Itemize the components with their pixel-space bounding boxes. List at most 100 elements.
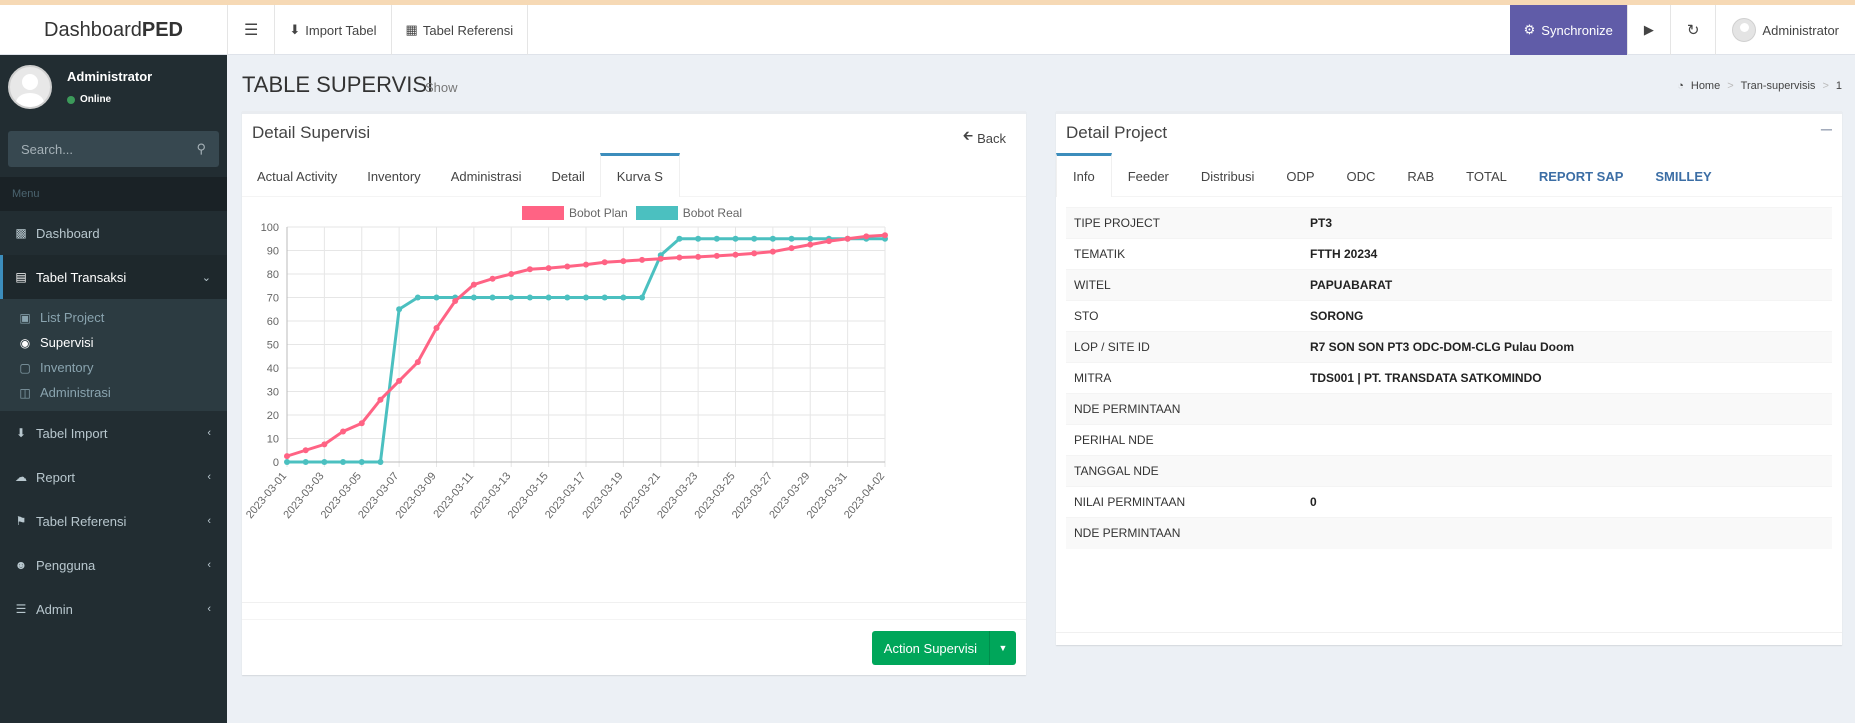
chevron-down-icon: ⌄ [201,271,211,284]
sidebar-item-label: Supervisi [40,335,94,350]
action-dropdown-toggle[interactable]: ▼ [990,631,1016,665]
tabel-referensi-link[interactable]: ▦ Tabel Referensi [392,5,529,55]
data-point [788,235,795,242]
tab-administrasi[interactable]: Administrasi [436,153,537,197]
sidebar-item-list-project[interactable]: ▣ List Project [0,305,227,330]
field-label: TIPE PROJECT [1074,216,1161,230]
search-input[interactable]: Search... ⚲ [8,131,219,167]
y-tick-label: 80 [267,269,279,281]
data-point [508,294,515,301]
search-placeholder: Search... [21,141,74,157]
table-row: NDE PERMINTAAN [1066,393,1832,425]
back-button[interactable]: 🡰 Back [963,127,1006,149]
tab-actual-activity[interactable]: Actual Activity [242,153,352,197]
search-icon[interactable]: ⚲ [196,141,206,157]
sidebar-item-label: Administrasi [40,385,111,400]
sidebar-toggle-button[interactable]: ☰ [227,5,276,55]
sidebar-item-label: Admin [36,601,73,617]
content-header: TABLE SUPERVISI Show ◔ Home > Tran-super… [242,60,1842,110]
breadcrumb-current: 1 [1835,80,1842,92]
tab-total[interactable]: TOTAL [1450,153,1523,197]
field-value [1302,456,1832,487]
action-supervisi-group: Action Supervisi ▼ [871,631,1016,665]
divider [242,602,1026,603]
table-icon: ▤ [15,270,27,284]
tab-smilley[interactable]: SMILLEY [1639,153,1727,197]
synchronize-button[interactable]: ⚙ Synchronize [1509,5,1627,55]
tab-feeder[interactable]: Feeder [1112,153,1185,197]
data-point [396,377,403,384]
sidebar: Administrator Online Search... ⚲ Menu ▩ … [0,55,227,723]
field-label: PERIHAL NDE [1074,433,1154,447]
user-menu[interactable]: Administrator [1715,5,1855,55]
cogs-icon: ⚙ [1523,22,1536,37]
sidebar-item-tabel-import[interactable]: ⬇ Tabel Import ‹ [0,411,227,455]
table-row: TEMATIK FTTH 20234 [1066,238,1832,270]
data-point [807,241,814,248]
detail-supervisi-box: Detail Supervisi 🡰 Back Actual Activity … [242,111,1026,675]
sidebar-item-report[interactable]: ☁ Report ‹ [0,455,227,499]
tab-detail[interactable]: Detail [536,153,599,197]
field-value: FTTH 20234 [1310,247,1378,261]
data-point [545,294,552,301]
data-point [844,235,851,242]
data-point [639,294,646,301]
sidebar-item-label: Tabel Transaksi [36,269,127,285]
y-tick-label: 100 [261,222,279,234]
tab-rab[interactable]: RAB [1391,153,1450,197]
breadcrumb-tran-supervisis[interactable]: Tran-supervisis [1741,80,1816,92]
data-point [695,253,702,260]
submenu-tabel-transaksi: ▣ List Project ◉ Supervisi ▢ Inventory ◫… [0,299,227,411]
import-tabel-link[interactable]: ⬇ Import Tabel [275,5,392,55]
grid-icon: ▦ [405,22,418,37]
data-point [620,258,627,265]
sidebar-item-dashboard[interactable]: ▩ Dashboard [0,211,227,255]
collapse-button[interactable]: – [1821,118,1832,141]
chevron-left-icon: ‹ [207,471,211,483]
logo-bold-text: PED [141,18,183,41]
avatar [8,65,52,109]
data-point [807,235,814,242]
field-value: 0 [1310,495,1317,509]
sidebar-user-name: Administrator [67,69,153,84]
tab-distribusi[interactable]: Distribusi [1185,153,1270,197]
tab-info[interactable]: Info [1056,153,1112,197]
tab-odc[interactable]: ODC [1331,153,1392,197]
tab-inventory[interactable]: Inventory [352,153,435,197]
chevron-left-icon: ‹ [207,427,211,439]
sidebar-item-inventory[interactable]: ▢ Inventory [0,355,227,380]
file-icon: ◫ [19,385,31,400]
table-row: NDE PERMINTAAN [1066,517,1832,549]
tab-odp[interactable]: ODP [1270,153,1330,197]
sidebar-item-label: Tabel Import [36,425,108,441]
data-point [414,359,421,366]
breadcrumb-home[interactable]: Home [1691,80,1720,92]
refresh-button[interactable]: ↻ [1669,5,1716,55]
y-tick-label: 40 [267,363,279,375]
play-button[interactable]: ▶ [1626,5,1670,55]
box-title: Detail Supervisi [252,123,371,142]
sidebar-item-supervisi[interactable]: ◉ Supervisi [0,330,227,355]
data-point [751,235,758,242]
chart-svg: 01020304050607080901002023-03-012023-03-… [244,222,888,521]
sidebar-item-administrasi[interactable]: ◫ Administrasi [0,380,227,405]
app-logo[interactable]: Dashboard PED [0,5,227,55]
top-header: Dashboard PED ☰ ⬇ Import Tabel ▦ Tabel Re… [0,5,1855,55]
sidebar-item-pengguna[interactable]: ☻ Pengguna ‹ [0,543,227,587]
project-info-table: TIPE PROJECT PT3 TEMATIK FTTH 20234 WITEL PAP… [1066,207,1832,549]
sidebar-item-tabel-referensi[interactable]: ⚑ Tabel Referensi ‹ [0,499,227,543]
data-point [769,235,776,242]
action-supervisi-button[interactable]: Action Supervisi [871,631,990,665]
field-label: NILAI PERMINTAAN [1074,495,1186,509]
field-label: NDE PERMINTAAN [1074,402,1181,416]
field-label: TANGGAL NDE [1074,464,1159,478]
field-label: STO [1074,309,1099,323]
supervisi-tabs: Actual Activity Inventory Administrasi D… [242,153,1026,197]
tab-kurva-s[interactable]: Kurva S [599,153,680,197]
sidebar-item-tabel-transaksi[interactable]: ▤ Tabel Transaksi ⌄ [0,255,227,299]
sidebar-item-admin[interactable]: ☰ Admin ‹ [0,587,227,631]
tab-report-sap[interactable]: REPORT SAP [1523,153,1640,197]
data-point [414,294,421,301]
arrow-left-icon: 🡰 [962,128,974,143]
data-point [396,306,403,313]
